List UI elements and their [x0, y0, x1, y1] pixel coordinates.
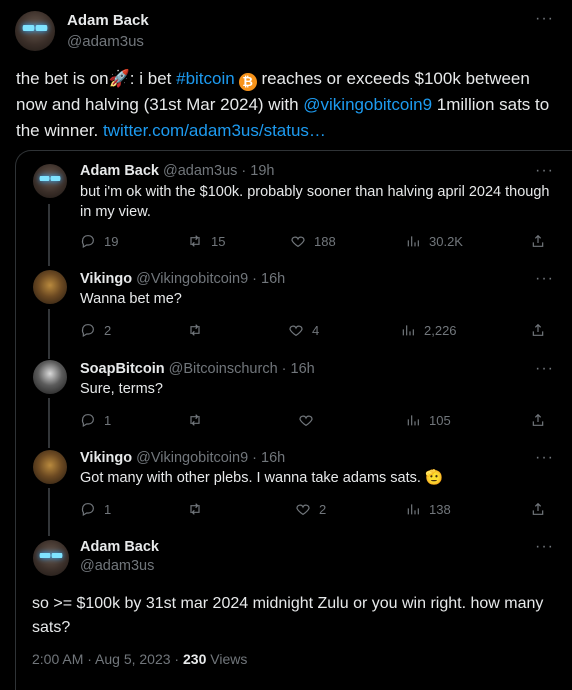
more-options-icon[interactable]: ···	[535, 10, 554, 28]
views-icon	[407, 415, 419, 426]
thread-line	[48, 488, 50, 536]
reply-avatar[interactable]	[33, 270, 67, 304]
share-button[interactable]	[530, 231, 546, 251]
author-name[interactable]: Adam Back	[67, 12, 149, 29]
reply-text: but i'm ok with the $100k. probably soon…	[80, 184, 550, 220]
focused-tweet-text: so >= $100k by 31st mar 2024 midnight Zu…	[32, 595, 544, 636]
share-button[interactable]	[530, 410, 546, 430]
reply-text: Sure, terms?	[80, 381, 163, 397]
share-icon	[532, 502, 544, 515]
views-icon	[407, 504, 419, 515]
reply-author-name[interactable]: Vikingo	[80, 271, 132, 287]
reply-author-handle[interactable]: @adam3us	[163, 163, 237, 179]
retweet-icon	[190, 503, 200, 515]
views-icon	[407, 236, 419, 247]
reply-icon	[81, 414, 94, 428]
reply-button[interactable]: 1	[80, 410, 111, 430]
reply-author-handle[interactable]: @Vikingobitcoin9	[136, 450, 248, 466]
reply-button[interactable]: 2	[80, 320, 111, 340]
thread-line	[48, 398, 50, 448]
reply-text: Got many with other plebs. I wanna take …	[80, 470, 444, 486]
views-button[interactable]: 105	[405, 410, 451, 430]
share-icon	[532, 234, 544, 247]
views-button[interactable]: 2,226	[400, 320, 457, 340]
views-button[interactable]: 138	[405, 499, 451, 519]
heart-icon	[296, 504, 310, 516]
reply-text: Wanna bet me?	[80, 291, 182, 307]
retweet-button[interactable]	[187, 499, 211, 519]
retweet-icon	[190, 235, 200, 247]
views-count: 230	[183, 651, 207, 667]
reply-icon	[81, 503, 94, 517]
hashtag-link[interactable]: #bitcoin	[176, 69, 235, 88]
retweet-button[interactable]	[187, 410, 211, 430]
retweet-icon	[190, 324, 200, 336]
like-button[interactable]: 188	[290, 231, 336, 251]
reply-avatar[interactable]	[33, 360, 67, 394]
author-avatar[interactable]	[15, 11, 55, 51]
reply-actions: 19 15 188 30.2K	[80, 231, 550, 251]
timestamp[interactable]: 2:00 AM · Aug 5, 2023 ·	[32, 651, 183, 667]
reply-icon	[81, 235, 94, 249]
heart-icon	[289, 325, 303, 337]
share-button[interactable]	[530, 499, 546, 519]
views-icon	[402, 325, 414, 336]
heart-icon	[291, 236, 305, 248]
reply-actions: 2 4 2,226	[80, 320, 550, 340]
focused-author-handle[interactable]: @adam3us	[80, 558, 154, 574]
thread-line	[48, 309, 50, 359]
share-icon	[532, 413, 544, 426]
reply-author-handle[interactable]: @Bitcoinschurch	[169, 361, 278, 377]
rocket-emoji: 🚀	[108, 69, 130, 88]
like-button[interactable]: 4	[288, 320, 319, 340]
reply-author-handle[interactable]: @Vikingobitcoin9	[136, 271, 248, 287]
mention-link[interactable]: @vikingobitcoin9	[303, 95, 432, 114]
more-options-icon[interactable]: ···	[535, 449, 554, 467]
reply-avatar[interactable]	[33, 450, 67, 484]
tweet-metadata: 2:00 AM · Aug 5, 2023 · 230 Views	[32, 651, 248, 667]
reply-author-name[interactable]: SoapBitcoin	[80, 361, 165, 377]
reply-author-name[interactable]: Adam Back	[80, 163, 159, 179]
reply-time[interactable]: · 16h	[252, 271, 285, 287]
like-button[interactable]	[298, 410, 322, 430]
reply-author-name[interactable]: Vikingo	[80, 450, 132, 466]
reply-avatar[interactable]	[33, 164, 67, 198]
more-options-icon[interactable]: ···	[535, 162, 554, 180]
author-handle[interactable]: @adam3us	[67, 33, 144, 50]
tweet-text: the bet is on🚀: i bet #bitcoin ₿ reaches …	[16, 69, 550, 140]
share-icon	[532, 323, 544, 336]
reply-icon	[81, 324, 94, 338]
views-button[interactable]: 30.2K	[405, 231, 463, 251]
reply-actions: 1 105	[80, 410, 550, 430]
reply-button[interactable]: 19	[80, 231, 118, 251]
reply-time[interactable]: · 16h	[252, 450, 285, 466]
retweet-button[interactable]	[187, 320, 211, 340]
bitcoin-icon: ₿	[238, 73, 257, 91]
reply-time[interactable]: · 16h	[282, 361, 315, 377]
focused-avatar[interactable]	[33, 540, 69, 576]
reply-time[interactable]: · 19h	[241, 163, 274, 179]
more-options-icon[interactable]: ···	[535, 360, 554, 378]
focused-author-name[interactable]: Adam Back	[80, 539, 159, 555]
retweet-icon	[190, 414, 200, 426]
share-button[interactable]	[530, 320, 546, 340]
more-options-icon[interactable]: ···	[535, 270, 554, 288]
heart-icon	[299, 415, 313, 427]
reply-button[interactable]: 1	[80, 499, 111, 519]
status-link[interactable]: twitter.com/adam3us/status…	[103, 121, 326, 140]
like-button[interactable]: 2	[295, 499, 326, 519]
reply-actions: 1 2 138	[80, 499, 550, 519]
thread-line	[48, 204, 50, 266]
more-options-icon[interactable]: ···	[535, 538, 554, 556]
retweet-button[interactable]: 15	[187, 231, 225, 251]
